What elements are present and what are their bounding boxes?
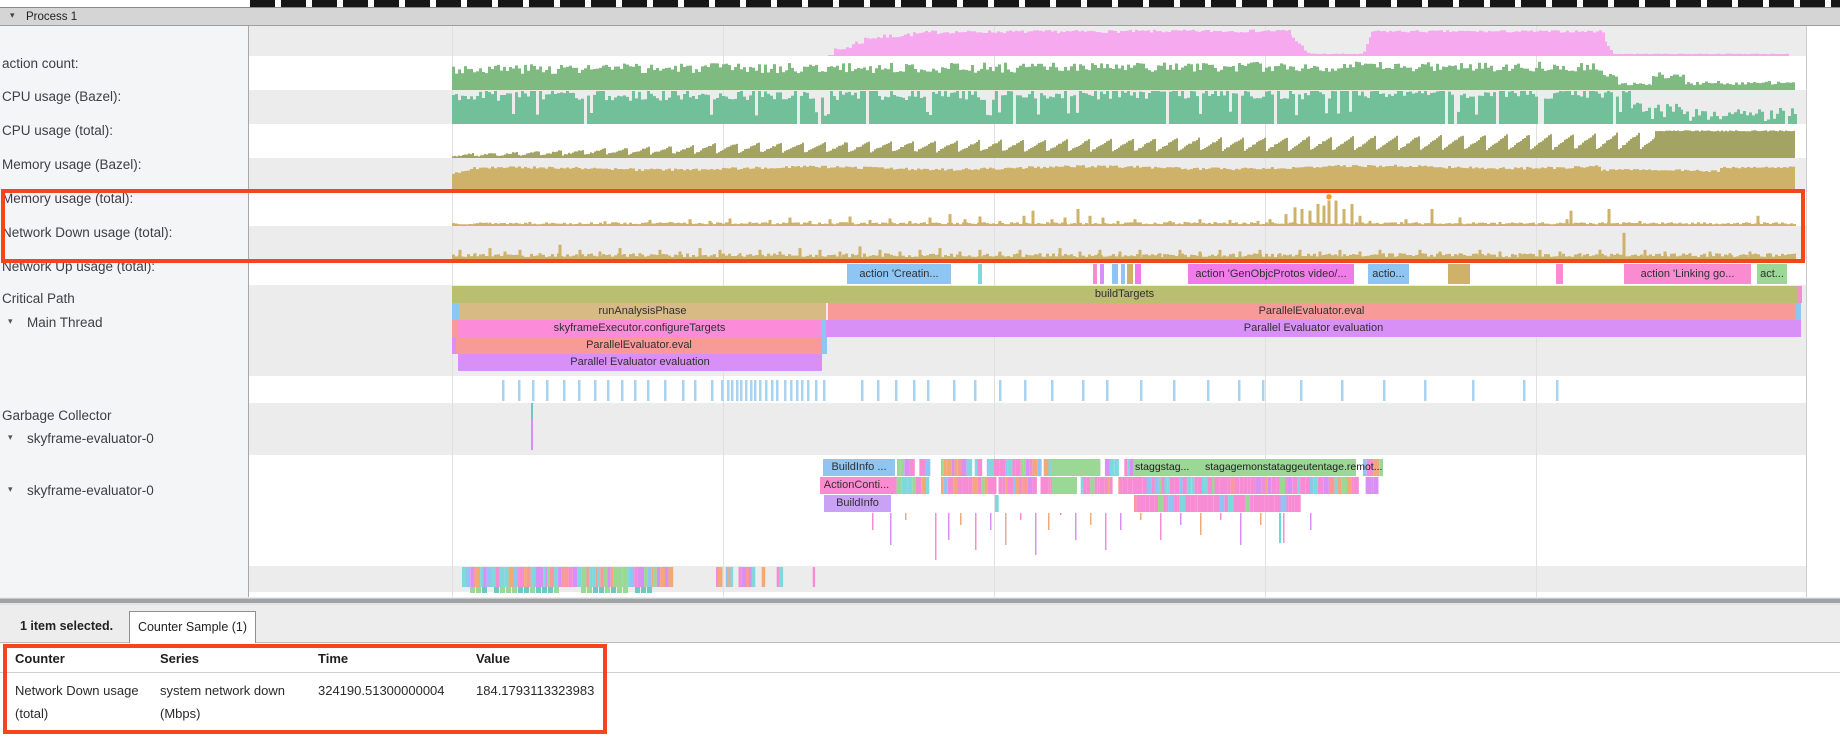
track-label-eval2[interactable]: ▾skyframe-evaluator-0 — [0, 483, 246, 498]
evaluator-chip[interactable]: BuildInfo — [824, 495, 891, 512]
slice-fragment[interactable] — [1797, 286, 1802, 303]
cell-time: 324190.51300000004 — [318, 683, 445, 698]
critical-path-tick[interactable] — [1100, 264, 1104, 284]
stage-slice-label: staggstag... — [1135, 461, 1189, 473]
chevron-down-icon[interactable]: ▾ — [8, 432, 13, 443]
track-label-cpu_total[interactable]: CPU usage (total): — [0, 123, 248, 138]
slice-fragment[interactable] — [452, 303, 459, 320]
critical-path-chip[interactable]: act... — [1757, 264, 1787, 284]
critical-path-tick[interactable] — [1448, 264, 1470, 284]
stage-slice-label: stagagemonstataggeutentage.remot... — [1205, 461, 1382, 473]
chevron-down-icon[interactable]: ▾ — [8, 316, 13, 327]
slice-buildtargets[interactable]: buildTargets — [452, 286, 1797, 303]
track-label-mem_bazel[interactable]: Memory usage (Bazel): — [0, 157, 248, 172]
selection-status: 1 item selected. — [20, 619, 113, 633]
critical-path-chip[interactable]: actio... — [1368, 264, 1409, 284]
critical-path-tick[interactable] — [978, 264, 982, 284]
cell-value: 184.1793113323983 — [476, 683, 594, 698]
track-label-critical[interactable]: Critical Path — [0, 291, 248, 306]
evaluator-chip[interactable]: BuildInfo ... — [823, 459, 895, 476]
col-header-counter: Counter — [15, 651, 65, 666]
slice-fragment[interactable] — [822, 337, 827, 354]
track-label-text: Main Thread — [0, 315, 103, 330]
critical-path-tick[interactable] — [1121, 264, 1125, 284]
track-label-text: skyframe-evaluator-0 — [0, 431, 154, 446]
panel-splitter[interactable] — [0, 597, 1840, 605]
track-label-eval1[interactable]: ▾skyframe-evaluator-0 — [0, 431, 246, 446]
cell-series-line1: system network down — [160, 683, 285, 698]
cell-counter-line1: Network Down usage — [15, 683, 139, 698]
cell-counter-line2: (total) — [15, 706, 48, 721]
slice-runanalysisphase[interactable]: runAnalysisPhase — [459, 303, 826, 320]
slice-parallel-evaluator-evaluation[interactable]: Parallel Evaluator evaluation — [826, 320, 1801, 337]
trace-viewer: ▾ Process 1 action 'Creatin...action 'Ge… — [0, 0, 1840, 742]
track-label-cpu_bazel[interactable]: CPU usage (Bazel): — [0, 89, 248, 104]
track-label-text: skyframe-evaluator-0 — [0, 483, 154, 498]
track-label-net_up[interactable]: Network Up usage (total): — [0, 259, 248, 274]
slice-parallel-evaluator-evaluation[interactable]: Parallel Evaluator evaluation — [458, 354, 822, 371]
critical-path-tick[interactable] — [1127, 264, 1133, 284]
track-label-column: action count: CPU usage (Bazel): CPU usage… — [0, 26, 249, 597]
slice-parallelevaluator-eval[interactable]: ParallelEvaluator.eval — [456, 337, 822, 354]
slice-skyframeexecutor-configuretargets[interactable]: skyframeExecutor.configureTargets — [458, 320, 821, 337]
details-tab-strip: 1 item selected. Counter Sample (1) — [0, 605, 1840, 643]
critical-path-chip[interactable]: action 'GenObjcProtos video/... — [1188, 264, 1354, 284]
table-header-separator — [0, 672, 1840, 673]
evaluator-chip[interactable]: ActionConti... — [820, 477, 893, 494]
col-header-value: Value — [476, 651, 510, 666]
cell-series-line2: (Mbps) — [160, 706, 200, 721]
track-label-mem_total[interactable]: Memory usage (total): — [0, 191, 248, 206]
track-label-main[interactable]: ▾Main Thread — [0, 315, 246, 330]
track-label-gc[interactable]: Garbage Collector — [0, 408, 248, 423]
critical-path-chip[interactable]: action 'Linking go... — [1624, 264, 1751, 284]
slice-parallelevaluator-eval[interactable]: ParallelEvaluator.eval — [828, 303, 1795, 320]
track-label-action[interactable]: action count: — [0, 56, 248, 71]
counter-sample-table: Counter Series Time Value Network Down u… — [0, 643, 1840, 742]
tab-counter-sample[interactable]: Counter Sample (1) — [129, 611, 256, 644]
critical-path-tick[interactable] — [1112, 264, 1118, 284]
track-label-net_down[interactable]: Network Down usage (total): — [0, 225, 248, 240]
col-header-time: Time — [318, 651, 348, 666]
critical-path-tick[interactable] — [1556, 264, 1563, 284]
slice-fragment[interactable] — [1795, 303, 1801, 320]
critical-path-chip[interactable]: action 'Creatin... — [847, 264, 951, 284]
selected-sample-marker — [1326, 194, 1332, 200]
critical-path-tick[interactable] — [1093, 264, 1097, 284]
chevron-down-icon[interactable]: ▾ — [8, 484, 13, 495]
critical-path-tick[interactable] — [1135, 264, 1141, 284]
col-header-series: Series — [160, 651, 199, 666]
